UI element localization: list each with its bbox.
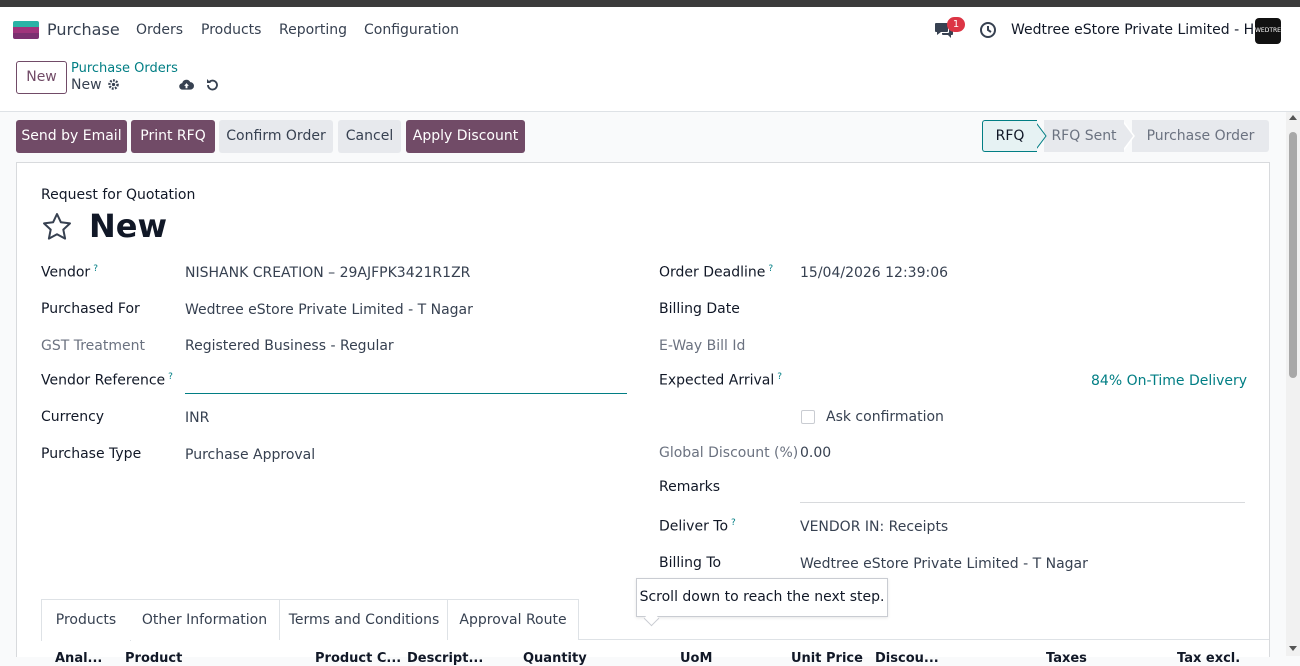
column-header[interactable]: Descript... [407, 651, 483, 666]
stage-purchase-order[interactable]: Purchase Order [1132, 120, 1269, 152]
ask-confirmation-checkbox[interactable] [801, 410, 815, 424]
purchased-for-label: Purchased For [41, 301, 140, 317]
cancel-button[interactable]: Cancel [338, 120, 401, 153]
purchase-app-icon[interactable] [13, 21, 39, 39]
menu-reporting[interactable]: Reporting [279, 22, 347, 38]
breadcrumb-current: New [71, 77, 102, 93]
tour-tooltip: Scroll down to reach the next step. [636, 578, 888, 617]
remarks-input[interactable] [800, 502, 1245, 503]
currency-label: Currency [41, 409, 105, 425]
company-switcher[interactable]: Wedtree eStore Private Limited - HO [1011, 22, 1265, 38]
purchase-type-field[interactable]: Purchase Approval [185, 447, 315, 463]
clock-icon[interactable] [979, 21, 997, 39]
tab-other-information[interactable]: Other Information [130, 599, 280, 640]
order-deadline-label: Order Deadline? [659, 264, 774, 281]
vendor-reference-label: Vendor Reference? [41, 372, 173, 389]
navbar: Purchase Orders Products Reporting Confi… [0, 7, 1300, 53]
menu-orders[interactable]: Orders [136, 22, 183, 38]
column-header[interactable]: Discou... [875, 651, 939, 666]
order-deadline-field[interactable]: 15/04/2026 12:39:06 [800, 265, 948, 281]
record-title: New [89, 207, 168, 245]
currency-field[interactable]: INR [185, 410, 209, 426]
tab-terms-and-conditions[interactable]: Terms and Conditions [279, 599, 449, 640]
gst-treatment-label: GST Treatment [41, 338, 145, 354]
column-header[interactable]: Taxes [1046, 651, 1087, 666]
breadcrumb-purchase-orders[interactable]: Purchase Orders [71, 61, 178, 76]
menu-products[interactable]: Products [201, 22, 261, 38]
column-header[interactable]: Product C... [315, 651, 401, 666]
global-discount-label: Global Discount (%) [659, 445, 799, 461]
scrollbar[interactable] [1286, 112, 1300, 656]
form-view: Send by Email Print RFQ Confirm Order Ca… [0, 112, 1286, 666]
discard-icon[interactable] [205, 78, 219, 92]
scroll-up-icon[interactable] [1289, 115, 1297, 120]
column-header[interactable]: Quantity [523, 651, 587, 666]
stage-rfq-sent[interactable]: RFQ Sent [1044, 120, 1124, 152]
remarks-label: Remarks [659, 479, 721, 495]
billing-to-field[interactable]: Wedtree eStore Private Limited - T Nagar [800, 556, 1088, 572]
top-strip [0, 0, 1300, 7]
deliver-to-label: Deliver To? [659, 518, 736, 535]
expected-arrival-label: Expected Arrival? [659, 372, 783, 389]
scroll-down-icon[interactable] [1289, 646, 1297, 651]
menu-configuration[interactable]: Configuration [364, 22, 459, 38]
column-header[interactable]: Tax excl. [1177, 651, 1240, 666]
column-header[interactable]: Anal... [55, 651, 102, 666]
column-header[interactable]: UoM [680, 651, 712, 666]
stage-separator [1122, 120, 1135, 152]
billing-date-label: Billing Date [659, 301, 740, 317]
billing-to-label: Billing To [659, 555, 722, 571]
new-button[interactable]: New [16, 61, 67, 94]
scroll-thumb[interactable] [1289, 132, 1297, 378]
purchased-for-field[interactable]: Wedtree eStore Private Limited - T Nagar [185, 302, 473, 318]
eway-bill-label: E-Way Bill Id [659, 338, 746, 354]
control-panel: New Purchase Orders New [0, 53, 1300, 112]
ask-confirmation-label[interactable]: Ask confirmation [826, 409, 944, 425]
confirm-order-button[interactable]: Confirm Order [219, 120, 333, 153]
global-discount-field[interactable]: 0.00 [800, 445, 831, 461]
print-rfq-button[interactable]: Print RFQ [131, 120, 215, 153]
stage-rfq[interactable]: RFQ [982, 120, 1037, 152]
tab-approval-route[interactable]: Approval Route [447, 599, 579, 640]
app-name[interactable]: Purchase [47, 20, 120, 39]
vendor-reference-input[interactable] [185, 393, 627, 394]
chat-badge: 1 [947, 17, 965, 32]
cloud-upload-icon[interactable] [179, 78, 194, 91]
status-bar: Purchase Order RFQ Sent RFQ [982, 120, 1269, 152]
gst-treatment-field[interactable]: Registered Business - Regular [185, 338, 394, 354]
on-time-delivery: 84% On-Time Delivery [1091, 373, 1248, 389]
column-header[interactable]: Product [125, 651, 182, 666]
purchase-type-label: Purchase Type [41, 446, 142, 462]
tab-products[interactable]: Products [41, 599, 131, 641]
avatar[interactable]: WEDTREE [1255, 18, 1281, 44]
apply-discount-button[interactable]: Apply Discount [406, 120, 525, 153]
deliver-to-field[interactable]: VENDOR IN: Receipts [800, 519, 948, 535]
star-icon[interactable] [41, 211, 73, 243]
gear-icon[interactable] [107, 78, 120, 91]
vendor-label: Vendor? [41, 264, 98, 281]
document-type: Request for Quotation [41, 187, 196, 203]
vendor-field[interactable]: NISHANK CREATION – 29AJFPK3421R1ZR [185, 265, 470, 281]
column-header[interactable]: Unit Price [791, 651, 863, 666]
send-by-email-button[interactable]: Send by Email [16, 120, 127, 153]
